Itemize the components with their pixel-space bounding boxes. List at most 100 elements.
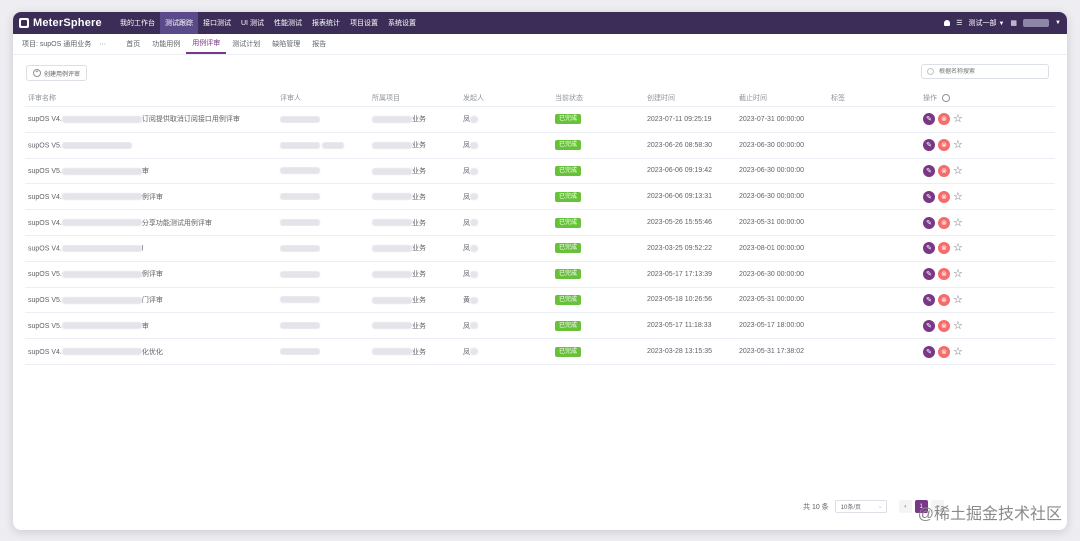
redacted-text	[372, 141, 412, 149]
brand[interactable]: MeterSphere	[19, 17, 115, 29]
star-icon[interactable]: ☆	[953, 320, 963, 332]
delete-icon[interactable]: ⊗	[938, 242, 950, 255]
page-size-select[interactable]: 10条/页 ⌄	[834, 500, 887, 513]
review-name-cell[interactable]: supOS V5. 审	[25, 166, 277, 176]
edit-icon[interactable]: ✎	[923, 242, 935, 255]
table-row[interactable]: supOS V5. 业务 凤 已完成 2023-06-26 08:58:30 2023-…	[25, 133, 1055, 159]
edit-icon[interactable]: ✎	[923, 319, 935, 332]
review-name-cell[interactable]: supOS V4. 化优化	[25, 347, 277, 357]
review-name-cell[interactable]: supOS V5. 审	[25, 321, 277, 331]
delete-icon[interactable]: ⊗	[938, 216, 950, 229]
delete-icon[interactable]: ⊗	[938, 113, 950, 126]
delete-icon[interactable]: ⊗	[938, 319, 950, 332]
review-name-prefix: supOS V5.	[28, 271, 62, 279]
top-nav-item[interactable]: 项目设置	[345, 12, 383, 34]
table-row[interactable]: supOS V4. 订阅提供取消订阅接口用例评审 业务 凤 已完成 2023-07-11 …	[25, 107, 1055, 133]
star-icon[interactable]: ☆	[953, 139, 963, 151]
star-icon[interactable]: ☆	[953, 113, 963, 125]
review-name-cell[interactable]: supOS V5. 例评审	[25, 269, 277, 279]
redacted-text	[280, 322, 320, 330]
top-nav-item[interactable]: 接口测试	[198, 12, 236, 34]
star-icon[interactable]: ☆	[953, 165, 963, 177]
search-input[interactable]	[937, 67, 1041, 76]
sub-tabs: 首页 功能用例 用例评审 测试计划 缺陷管理 报告	[120, 34, 332, 54]
sub-tab[interactable]: 功能用例	[146, 34, 186, 54]
top-nav-item[interactable]: 我的工作台	[115, 12, 160, 34]
delete-icon[interactable]: ⊗	[938, 164, 950, 177]
sub-tab[interactable]: 缺陷管理	[266, 34, 306, 54]
sub-tab[interactable]: 测试计划	[226, 34, 266, 54]
metersphere-logo-icon	[19, 18, 29, 28]
menu-icon[interactable]: ☰	[956, 19, 962, 27]
delete-icon[interactable]: ⊗	[938, 345, 950, 358]
status-badge: 已完成	[555, 320, 582, 331]
project-label: 项目: supOS 通用业务	[22, 41, 92, 48]
review-name-cell[interactable]: supOS V5.	[25, 141, 277, 149]
project-selector[interactable]: 项目: supOS 通用业务 ⋯	[22, 39, 106, 49]
caret-down-icon: ▼	[998, 21, 1005, 27]
table-row[interactable]: supOS V5. 门评审 业务 黄 已完成 2023-05-18 10:26:56 202…	[25, 288, 1055, 314]
table-row[interactable]: supOS V4. 分享功能测试用例评审 业务 凤 已完成 2023-05-26 15:5…	[25, 210, 1055, 236]
table-row[interactable]: supOS V5. 审 业务 凤 已完成 2023-05-17 11:18:33 2023-…	[25, 313, 1055, 340]
edit-icon[interactable]: ✎	[923, 139, 935, 152]
created-time-cell: 2023-06-06 09:13:31	[647, 193, 712, 201]
status-cell: 已完成	[552, 114, 644, 125]
top-nav-item[interactable]: 性能测试	[269, 12, 307, 34]
review-name-cell[interactable]: supOS V4. l	[25, 244, 277, 253]
star-icon[interactable]: ☆	[953, 191, 963, 203]
delete-icon[interactable]: ⊗	[938, 268, 950, 281]
sub-tab[interactable]: 用例评审	[186, 34, 227, 54]
star-icon[interactable]: ☆	[953, 294, 963, 306]
table-row[interactable]: supOS V5. 例评审 业务 凤 已完成 2023-05-17 17:13:39 202…	[25, 262, 1055, 288]
edit-icon[interactable]: ✎	[923, 190, 935, 203]
review-name-suffix: l	[141, 245, 144, 253]
star-icon[interactable]: ☆	[953, 268, 963, 280]
star-icon[interactable]: ☆	[953, 242, 963, 254]
top-nav-item[interactable]: 测试跟踪	[160, 12, 198, 34]
prev-page-button[interactable]: ‹	[898, 500, 912, 513]
redacted-text	[372, 167, 412, 175]
table-row[interactable]: supOS V4. 例评审 业务 凤 已完成 2023-06-06 09:13:31 202…	[25, 184, 1055, 211]
status-badge: 已完成	[555, 140, 582, 151]
review-name-cell[interactable]: supOS V4. 例评审	[25, 192, 277, 202]
sub-tab[interactable]: 报告	[306, 34, 332, 54]
redacted-text	[280, 193, 320, 201]
star-icon[interactable]: ☆	[953, 346, 963, 358]
top-nav-item[interactable]: UI 测试	[236, 12, 269, 34]
delete-icon[interactable]: ⊗	[938, 190, 950, 203]
review-name-cell[interactable]: supOS V4. 分享功能测试用例评审	[25, 218, 277, 228]
create-review-button[interactable]: + 创建用例评审	[26, 65, 88, 81]
review-name-cell[interactable]: supOS V4. 订阅提供取消订阅接口用例评审	[25, 114, 277, 124]
table-row[interactable]: supOS V5. 审 业务 凤 已完成 2023-06-06 09:19:42 2023-…	[25, 159, 1055, 185]
delete-icon[interactable]: ⊗	[938, 139, 950, 152]
sub-nav: 项目: supOS 通用业务 ⋯ 首页 功能用例 用例评审 测试计划 缺陷管理 报告	[13, 34, 1067, 55]
chevron-icon: ⋯	[99, 41, 107, 48]
star-icon[interactable]: ☆	[953, 217, 963, 229]
edit-icon[interactable]: ✎	[923, 113, 935, 126]
project-cell: 业务	[369, 140, 460, 150]
workspace-switcher[interactable]: 测试一部 ▼	[969, 18, 1005, 28]
review-name-cell[interactable]: supOS V5. 门评审	[25, 295, 277, 305]
gear-icon[interactable]	[942, 93, 950, 102]
chevron-down-icon[interactable]: ▼	[1055, 20, 1061, 26]
table-row[interactable]: supOS V4. 化优化 业务 凤 已完成 2023-03-28 13:15:35 202…	[25, 339, 1055, 365]
edit-icon[interactable]: ✎	[923, 268, 935, 281]
avatar[interactable]	[1023, 19, 1050, 27]
delete-icon[interactable]: ⊗	[938, 293, 950, 306]
sub-tab[interactable]: 首页	[120, 34, 146, 54]
edit-icon[interactable]: ✎	[923, 293, 935, 306]
column-header: 截止时间	[736, 93, 828, 103]
top-nav-item[interactable]: 报表统计	[307, 12, 345, 34]
bell-icon[interactable]	[944, 20, 951, 26]
redacted-text	[470, 193, 478, 201]
status-cell: 已完成	[552, 191, 644, 202]
table-row[interactable]: supOS V4. l 业务 凤 已完成 2023-03-25 09:52:22 2023-…	[25, 236, 1055, 262]
project-cell: 业务	[369, 243, 460, 253]
edit-icon[interactable]: ✎	[923, 216, 935, 229]
top-nav-item[interactable]: 系统设置	[383, 12, 421, 34]
create-review-label: 创建用例评审	[44, 71, 81, 78]
language-icon[interactable]: ▦	[1010, 19, 1017, 27]
edit-icon[interactable]: ✎	[923, 345, 935, 358]
edit-icon[interactable]: ✎	[923, 164, 935, 177]
column-header: 发起人	[460, 93, 552, 103]
